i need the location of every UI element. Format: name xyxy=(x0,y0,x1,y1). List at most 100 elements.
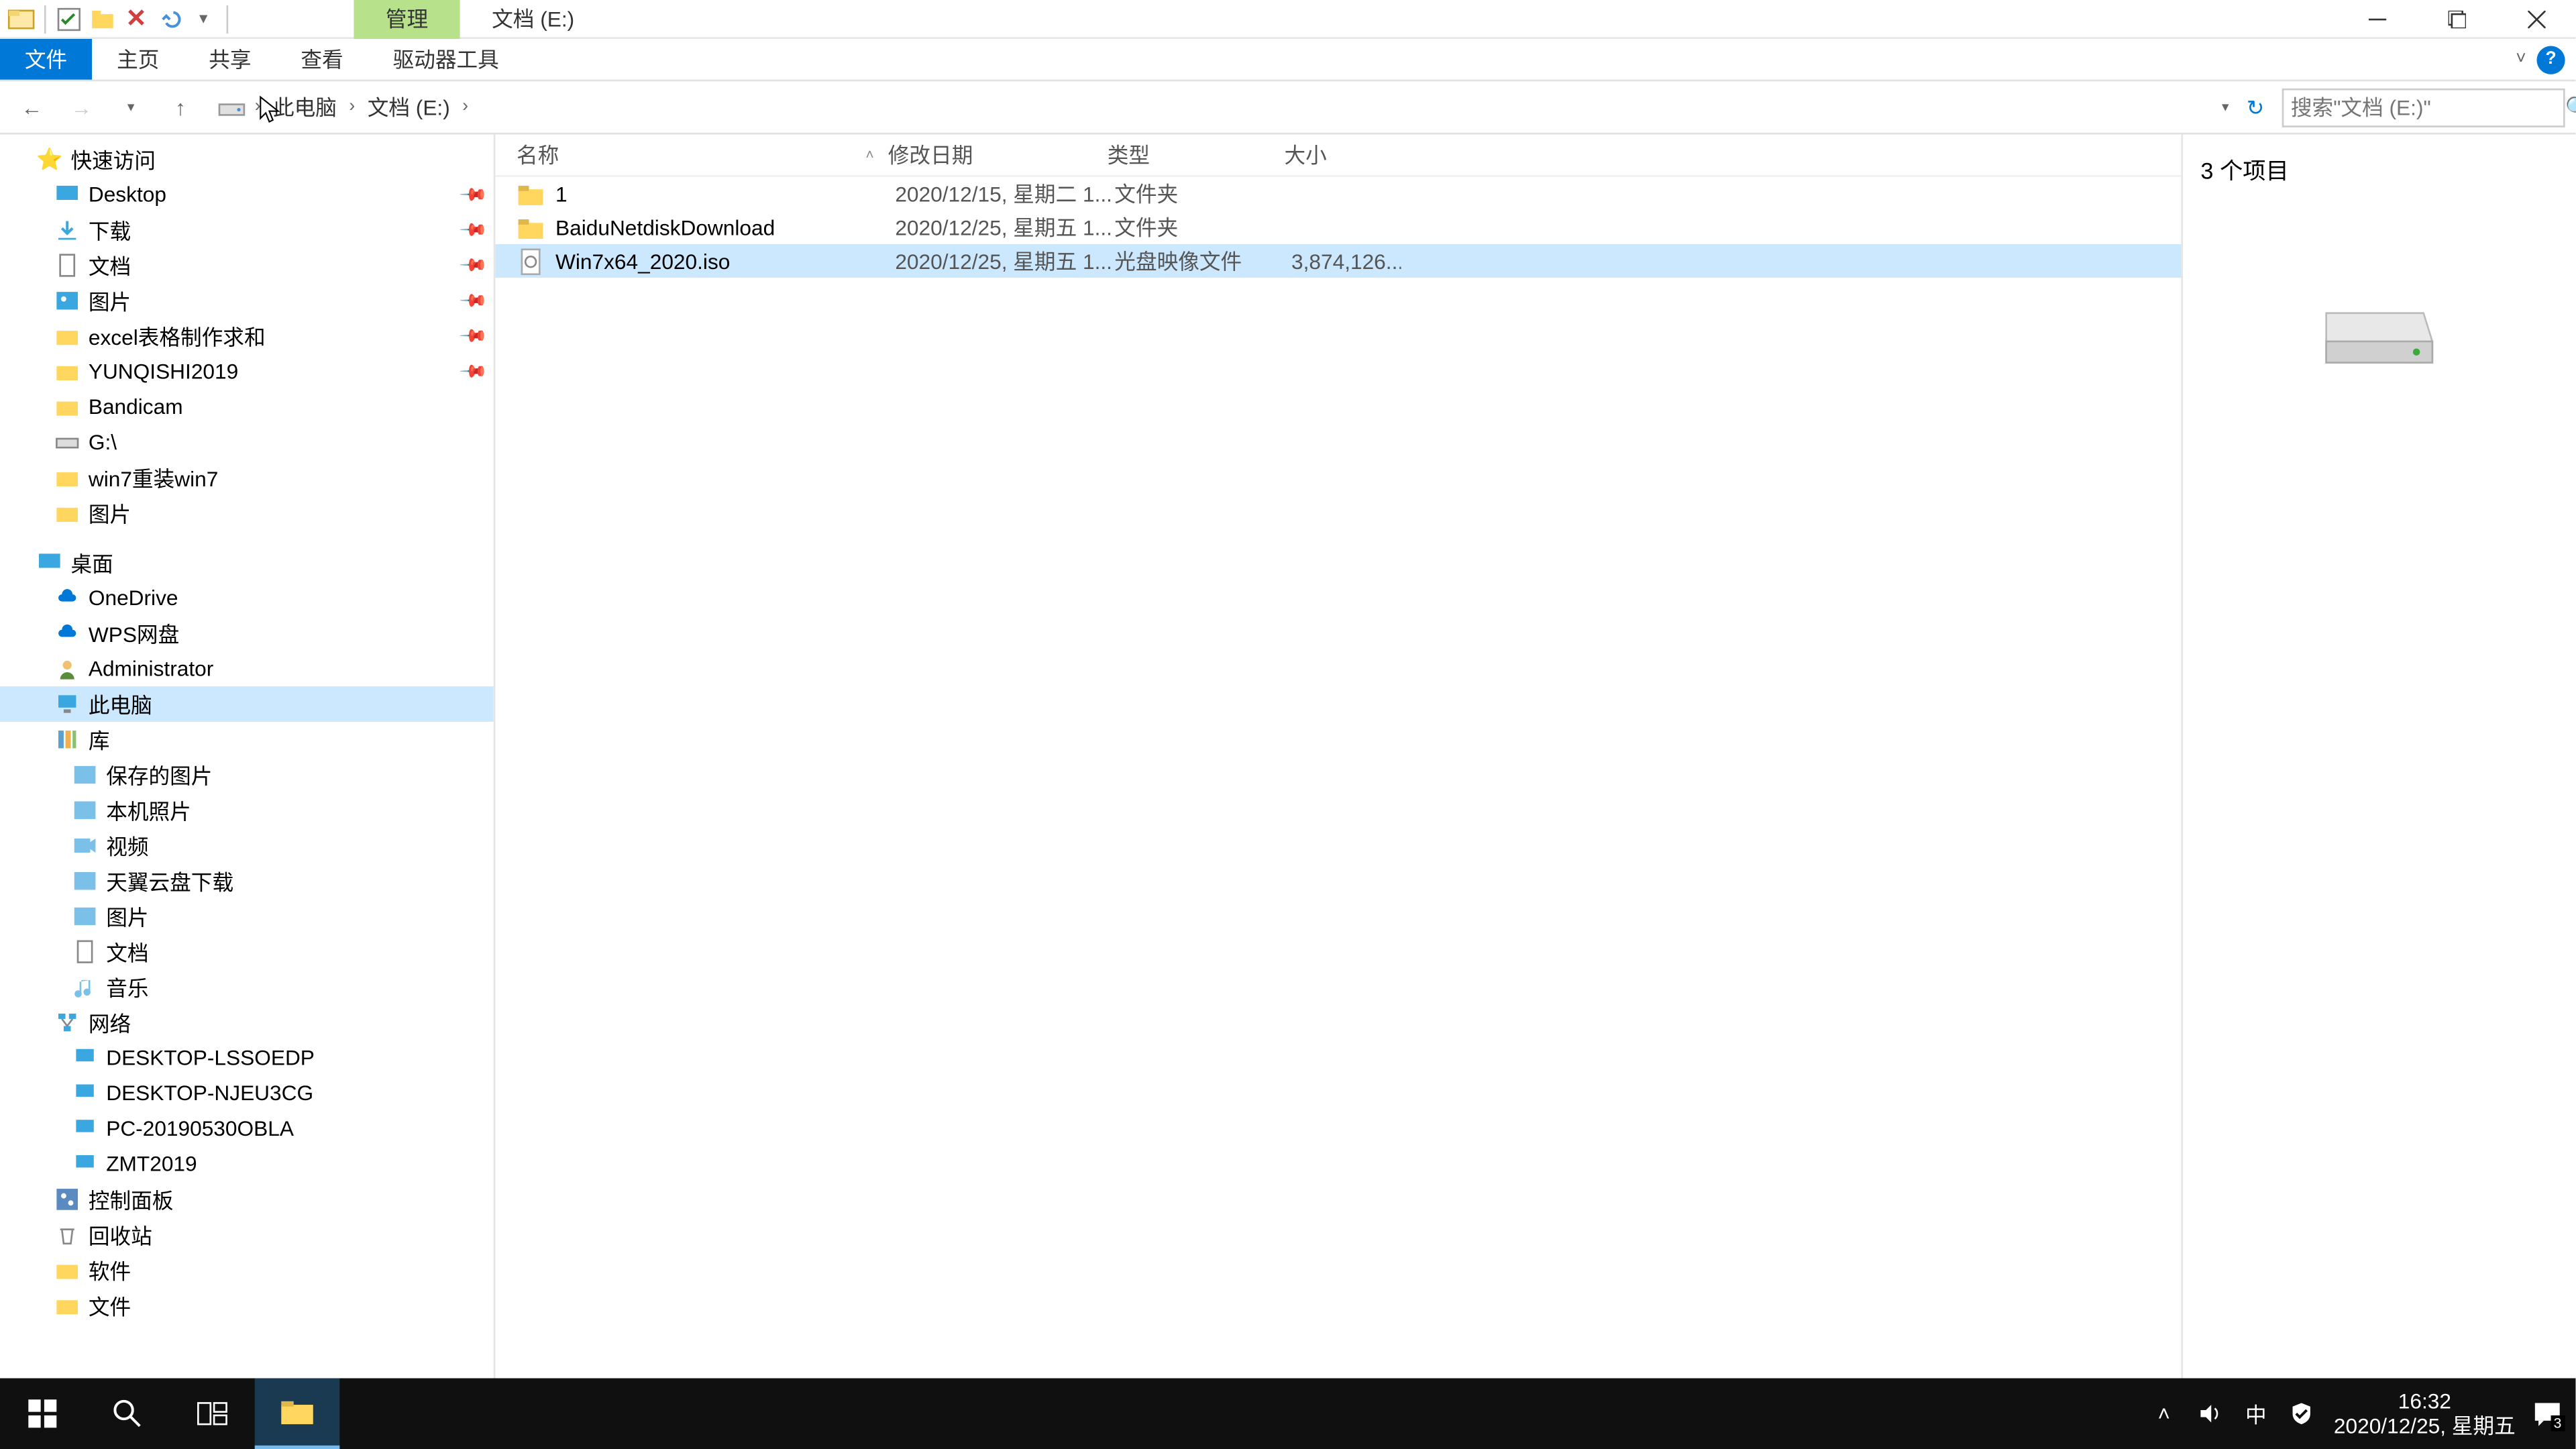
ribbon-tab-share[interactable]: 共享 xyxy=(184,39,276,80)
column-date[interactable]: 修改日期 xyxy=(888,140,1108,170)
file-row[interactable]: BaiduNetdiskDownload2020/12/25, 星期五 1...… xyxy=(495,211,2181,244)
document-icon xyxy=(53,251,81,279)
qat-dropdown-icon[interactable]: ▼ xyxy=(189,5,217,33)
nav-desktop-section[interactable]: 桌面 xyxy=(0,545,494,580)
nav-quick-access[interactable]: ⭐快速访问 xyxy=(0,142,494,177)
user-icon xyxy=(53,655,81,683)
file-row[interactable]: 12020/12/15, 星期二 1...文件夹 xyxy=(495,177,2181,211)
nav-up-button[interactable]: ↑ xyxy=(159,86,201,128)
nav-back-button[interactable]: ← xyxy=(11,86,53,128)
nav-local-photos[interactable]: 本机照片 xyxy=(0,792,494,828)
cloud-icon xyxy=(53,619,81,647)
ime-icon[interactable]: 中 xyxy=(2242,1399,2270,1428)
search-icon[interactable]: 🔍 xyxy=(2565,95,2576,119)
nav-forward-button[interactable]: → xyxy=(60,86,103,128)
ribbon-tab-file[interactable]: 文件 xyxy=(0,39,92,80)
nav-saved-pictures[interactable]: 保存的图片 xyxy=(0,757,494,793)
file-name: BaiduNetdiskDownload xyxy=(555,215,895,239)
title-location: 文档 (E:) xyxy=(460,0,606,39)
search-button[interactable] xyxy=(85,1379,170,1449)
nav-documents-2[interactable]: 文档 xyxy=(0,934,494,969)
column-name[interactable]: 名称˄ xyxy=(517,140,888,170)
nav-win7-reinstall[interactable]: win7重装win7 xyxy=(0,460,494,496)
start-button[interactable] xyxy=(0,1379,85,1449)
qat-new-folder-icon[interactable] xyxy=(89,5,117,33)
nav-recent-dropdown[interactable]: ▾ xyxy=(109,86,152,128)
chevron-right-icon[interactable]: › xyxy=(344,97,361,117)
folder-icon xyxy=(53,464,81,492)
refresh-button[interactable]: ↻ xyxy=(2236,88,2275,127)
nav-administrator[interactable]: Administrator xyxy=(0,651,494,686)
minimize-button[interactable] xyxy=(2337,0,2416,38)
pin-icon: 📌 xyxy=(458,286,487,315)
nav-wps[interactable]: WPS网盘 xyxy=(0,616,494,651)
file-name: Win7x64_2020.iso xyxy=(555,248,895,273)
tray-chevron-up-icon[interactable]: ˄ xyxy=(2150,1399,2178,1428)
breadcrumb[interactable]: › 此电脑 › 文档 (E:) › xyxy=(209,88,2214,127)
nav-pictures-2[interactable]: 图片 xyxy=(0,495,494,531)
nav-excel-folder[interactable]: excel表格制作求和📌 xyxy=(0,319,494,354)
clock-time: 16:32 xyxy=(2334,1388,2516,1413)
search-input[interactable] xyxy=(2291,95,2565,119)
video-icon xyxy=(70,831,99,859)
nav-documents[interactable]: 文档📌 xyxy=(0,248,494,283)
file-rows[interactable]: 12020/12/15, 星期二 1...文件夹BaiduNetdiskDown… xyxy=(495,177,2181,1410)
nav-pictures[interactable]: 图片📌 xyxy=(0,283,494,319)
help-icon[interactable]: ? xyxy=(2536,45,2565,73)
nav-yunqishi[interactable]: YUNQISHI2019📌 xyxy=(0,354,494,389)
search-box[interactable]: 🔍 xyxy=(2282,88,2565,127)
pin-icon: 📌 xyxy=(458,251,487,280)
nav-videos[interactable]: 视频 xyxy=(0,828,494,863)
security-icon[interactable] xyxy=(2288,1399,2316,1428)
column-size[interactable]: 大小 xyxy=(1284,140,1393,170)
nav-onedrive[interactable]: OneDrive xyxy=(0,580,494,616)
pin-icon: 📌 xyxy=(458,215,487,245)
nav-pc3[interactable]: PC-20190530OBLA xyxy=(0,1111,494,1146)
column-type[interactable]: 类型 xyxy=(1108,140,1285,170)
task-view-button[interactable] xyxy=(170,1379,255,1449)
preview-item-count: 3 个项目 xyxy=(2200,152,2288,186)
navigation-pane[interactable]: ⭐快速访问 Desktop📌 下载📌 文档📌 图片📌 excel表格制作求和📌 … xyxy=(0,134,495,1409)
clock-date: 2020/12/25, 星期五 xyxy=(2334,1413,2516,1439)
action-center-icon[interactable]: 3 xyxy=(2533,1399,2561,1428)
qat-undo-icon[interactable] xyxy=(156,5,184,33)
nav-software[interactable]: 软件 xyxy=(0,1252,494,1288)
nav-pc1[interactable]: DESKTOP-LSSOEDP xyxy=(0,1040,494,1076)
file-explorer-taskbar-button[interactable] xyxy=(255,1379,340,1449)
maximize-button[interactable] xyxy=(2416,0,2496,38)
chevron-right-icon[interactable]: › xyxy=(457,97,474,117)
nav-pc2[interactable]: DESKTOP-NJEU3CG xyxy=(0,1075,494,1111)
nav-recycle-bin[interactable]: 回收站 xyxy=(0,1217,494,1252)
nav-desktop[interactable]: Desktop📌 xyxy=(0,177,494,213)
nav-files[interactable]: 文件 xyxy=(0,1288,494,1324)
nav-pc4[interactable]: ZMT2019 xyxy=(0,1146,494,1182)
close-button[interactable] xyxy=(2496,0,2576,38)
ribbon-tab-drive-tools[interactable]: 驱动器工具 xyxy=(368,39,524,80)
context-tab-manage[interactable]: 管理 xyxy=(354,0,460,39)
nav-music[interactable]: 音乐 xyxy=(0,969,494,1005)
qat-properties-icon[interactable] xyxy=(55,5,83,33)
nav-gdrive[interactable]: G:\ xyxy=(0,425,494,460)
ribbon-expand-icon[interactable]: ˅ xyxy=(2516,50,2526,69)
app-icon[interactable] xyxy=(7,5,36,33)
nav-pictures-3[interactable]: 图片 xyxy=(0,899,494,934)
nav-downloads[interactable]: 下载📌 xyxy=(0,212,494,248)
nav-bandicam[interactable]: Bandicam xyxy=(0,389,494,425)
volume-icon[interactable] xyxy=(2196,1399,2224,1428)
nav-this-pc[interactable]: 此电脑 xyxy=(0,686,494,722)
picture-icon xyxy=(70,761,99,789)
address-dropdown-icon[interactable]: ▾ xyxy=(2222,99,2229,115)
breadcrumb-drive-e[interactable]: 文档 (E:) xyxy=(364,92,453,122)
nav-control-panel[interactable]: 控制面板 xyxy=(0,1182,494,1218)
nav-network[interactable]: 网络 xyxy=(0,1005,494,1040)
ribbon-tab-view[interactable]: 查看 xyxy=(276,39,368,80)
taskbar-clock[interactable]: 16:32 2020/12/25, 星期五 xyxy=(2334,1388,2516,1439)
ribbon-tab-home[interactable]: 主页 xyxy=(92,39,184,80)
nav-tianyi[interactable]: 天翼云盘下载 xyxy=(0,863,494,899)
qat-delete-icon[interactable]: ✕ xyxy=(122,5,150,33)
library-icon xyxy=(53,725,81,753)
desktop-icon xyxy=(53,180,81,209)
nav-library[interactable]: 库 xyxy=(0,722,494,757)
file-row[interactable]: Win7x64_2020.iso2020/12/25, 星期五 1...光盘映像… xyxy=(495,244,2181,278)
folder-icon xyxy=(517,180,545,208)
